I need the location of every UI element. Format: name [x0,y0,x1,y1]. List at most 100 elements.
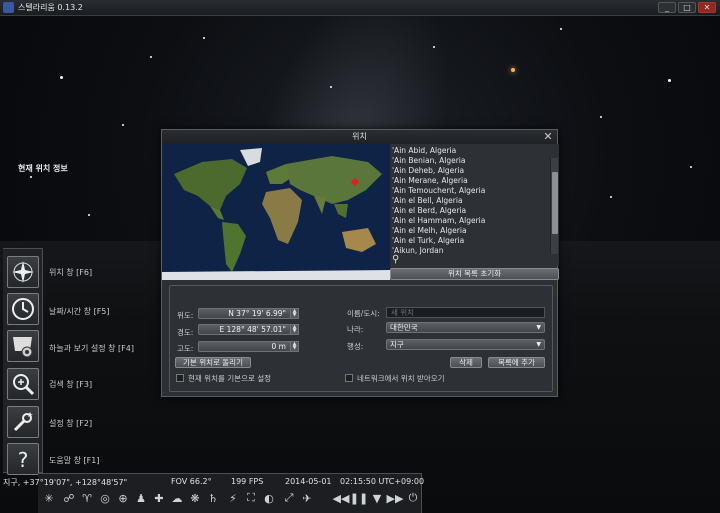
set-default-checkbox[interactable] [176,374,184,382]
app-icon [3,2,14,13]
chevron-down-icon: ▼ [536,324,541,331]
constellation-labels-icon[interactable]: ☍ [60,489,78,507]
sky-settings-icon [13,337,33,358]
world-map[interactable] [162,144,390,280]
ground-icon[interactable]: ♟ [132,489,150,507]
status-fov: FOV 66.2° [171,477,212,486]
azimuthal-grid-icon[interactable]: ⊕ [114,489,132,507]
star [433,46,435,48]
datetime-window-label: 날짜/시간 창 [F5] [49,307,110,316]
settings-window-button[interactable] [7,406,39,438]
latitude-field[interactable]: N 37° 19' 6.99" [198,308,291,319]
star [560,28,562,30]
star [150,56,152,58]
planet-mars[interactable] [511,68,515,72]
fast-forward-icon[interactable]: ▶▶ [386,489,404,507]
planet-label: 행성: [347,342,364,351]
country-label: 나라: [347,325,364,334]
list-item[interactable]: 'Ain el Berd, Algeria [392,206,466,215]
pause-icon[interactable]: ❚❚ [350,489,368,507]
star [60,76,63,79]
clock-icon [12,298,34,320]
satellite-icon[interactable]: ✈ [298,489,316,507]
chevron-down-icon: ▼ [536,341,541,348]
list-item[interactable]: 'Ain Deheb, Algeria [392,166,464,175]
compass-star-icon [12,261,34,283]
status-fps: 199 FPS [231,477,264,486]
location-list-scrollbar[interactable] [550,158,558,254]
settings-window-label: 설정 창 [F2] [49,419,93,428]
longitude-field[interactable]: E 128° 48' 57.01" [198,324,291,335]
list-item[interactable]: 'Ain Temouchent, Algeria [392,186,485,195]
altitude-field[interactable]: 0 m [198,341,291,352]
svg-text:?: ? [18,448,29,472]
star [30,176,32,178]
night-mode-icon[interactable]: ◐ [260,489,278,507]
list-item[interactable]: 'Ain el Melh, Algeria [392,226,467,235]
equatorial-mount-icon[interactable]: ⚡ [224,489,242,507]
add-to-list-button[interactable]: 목록에 추가 [488,357,545,368]
longitude-label: 경도: [177,328,194,337]
equatorial-grid-icon[interactable]: ◎ [96,489,114,507]
help-icon: ? [18,448,29,472]
help-window-label: 도움말 창 [F1] [49,456,100,465]
use-default-location-button[interactable]: 기본 위치로 돌리기 [175,357,251,368]
constellation-art-icon[interactable]: ♈ [78,489,96,507]
name-input[interactable]: 새 위치 [386,307,545,318]
list-item[interactable]: 'Ain Abid, Algeria [392,146,456,155]
quit-icon[interactable]: ⏻ [404,489,422,507]
search-icon [13,374,35,396]
dialog-title: 위치 [162,130,557,144]
location-window-button[interactable] [7,256,39,288]
list-item[interactable]: 'Ain el Bell, Algeria [392,196,463,205]
list-item[interactable]: 'Ain el Hammam, Algeria [392,216,485,225]
name-label: 이름/도시: [347,309,380,318]
atmosphere-icon[interactable]: ☁ [168,489,186,507]
longitude-spinner[interactable]: ▲ ▼ [290,324,299,335]
world-map-image [162,144,390,280]
location-list[interactable]: 'Ain Abid, Algeria 'Ain Benian, Algeria … [390,144,559,266]
maximize-button[interactable]: □ [678,2,696,13]
list-item[interactable]: 'Aikun, Jordan [392,246,444,255]
nebulae-icon[interactable]: ❋ [186,489,204,507]
datetime-window-button[interactable] [7,293,39,325]
list-item[interactable]: 'Ain Benian, Algeria [392,156,465,165]
search-icon[interactable]: ⚲ [392,254,399,265]
cardinal-points-icon[interactable]: ✚ [150,489,168,507]
star [330,86,332,88]
country-select[interactable]: 대한민국 ▼ [386,322,545,333]
sky-view-settings-button[interactable] [7,330,39,362]
minimize-button[interactable]: _ [658,2,676,13]
country-select-value: 대한민국 [390,323,418,332]
scrollbar-thumb[interactable] [552,172,558,234]
list-item[interactable]: 'Ain el Turk, Algeria [392,236,464,245]
status-time: 02:15:50 UTC+09:00 [340,477,425,486]
network-location-label: 네트워크에서 위치 받아오기 [357,374,445,383]
fullscreen-icon[interactable]: ⤢ [280,489,298,507]
close-window-button[interactable]: ✕ [698,2,716,13]
status-location: 지구, +37°19'07", +128°48'57" [3,478,128,487]
latitude-spinner[interactable]: ▲ ▼ [290,308,299,319]
altitude-label: 고도: [177,344,194,353]
delete-location-button[interactable]: 삭제 [450,357,482,368]
center-selected-icon[interactable]: ⛶ [242,489,260,507]
rewind-icon[interactable]: ◀◀ [332,489,350,507]
star [600,116,602,118]
now-icon[interactable]: ▼ [368,489,386,507]
help-window-button[interactable]: ? [7,443,39,475]
star [88,214,90,216]
network-location-checkbox[interactable] [345,374,353,382]
constellation-lines-icon[interactable]: ✳ [40,489,58,507]
current-location-title: 현재 위치 정보 [18,164,68,173]
altitude-spinner[interactable]: ▲ ▼ [290,341,299,352]
planet-select[interactable]: 지구 ▼ [386,339,545,350]
reset-location-list-button[interactable]: 위치 목록 초기화 [390,268,559,280]
location-window-label: 위치 창 [F6] [49,268,93,277]
list-item[interactable]: 'Ain Merane, Algeria [392,176,468,185]
dialog-close-button[interactable]: ✕ [542,131,554,143]
star [122,124,124,126]
star [203,37,205,39]
planet-labels-icon[interactable]: ♄ [204,489,222,507]
status-date: 2014-05-01 [285,477,332,486]
search-window-button[interactable] [7,368,39,400]
